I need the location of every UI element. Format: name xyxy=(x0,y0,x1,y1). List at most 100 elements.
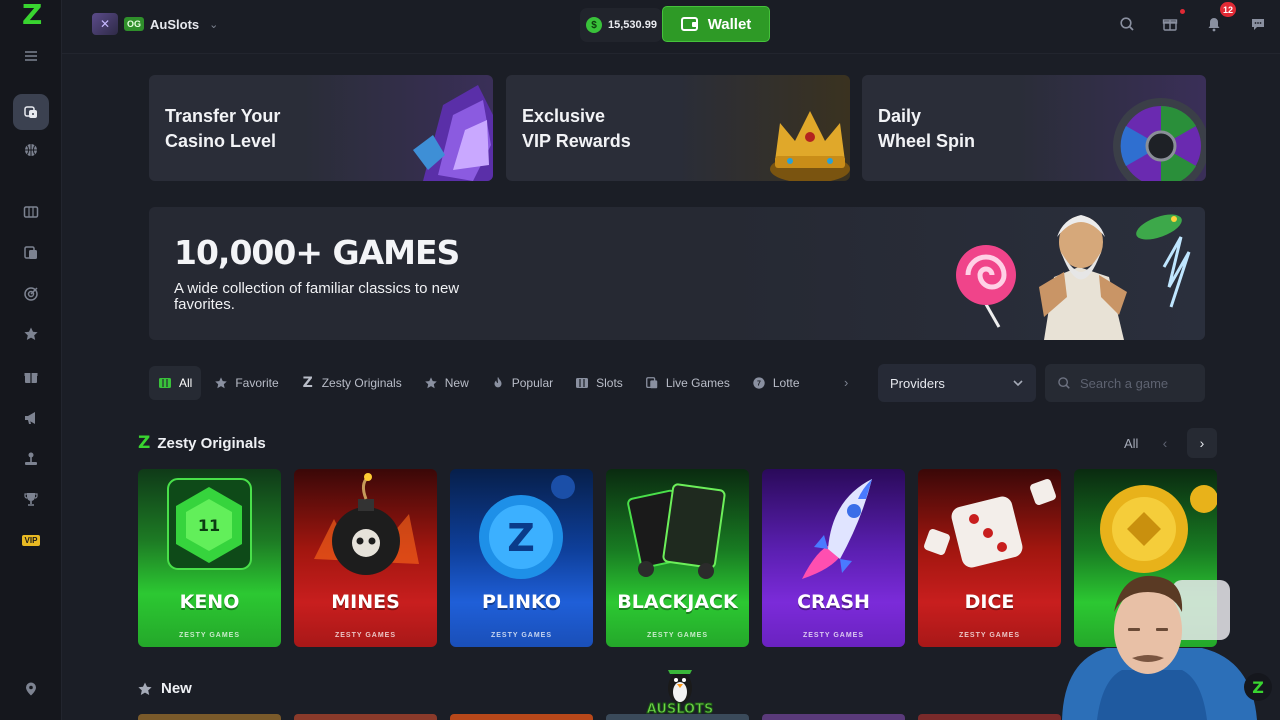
tab-label: New xyxy=(444,376,469,390)
tab-lottery[interactable]: 7 Lotte xyxy=(743,366,809,400)
keno-number: 11 xyxy=(198,516,220,535)
target-icon[interactable] xyxy=(19,283,43,305)
zeus-lollipop-art xyxy=(956,214,1191,340)
star-icon[interactable] xyxy=(19,323,43,345)
bomb-art xyxy=(314,473,419,575)
tab-zesty-originals[interactable]: Z Zesty Originals xyxy=(292,366,411,400)
tab-label: Slots xyxy=(596,376,623,390)
balance-display[interactable]: $ 15,530.99 xyxy=(580,8,662,42)
game-title: DICE xyxy=(964,591,1015,613)
wallet-button[interactable]: Wallet xyxy=(662,6,770,42)
new-game-card[interactable] xyxy=(138,714,281,720)
gem-art: 11 xyxy=(167,478,252,570)
joystick-icon[interactable] xyxy=(19,448,43,470)
gift-alert-dot xyxy=(1180,9,1185,14)
watermark-text: AUSLOTS xyxy=(646,702,714,718)
chevron-left-icon[interactable]: ‹ xyxy=(1155,432,1175,454)
balance-amount: 15,530.99 xyxy=(608,19,657,31)
game-title: BLACKJACK xyxy=(617,591,738,613)
top-bar: ✕ OG AuSlots ⌄ $ 15,530.99 Wallet 12 xyxy=(62,0,1280,54)
providers-dropdown[interactable]: Providers xyxy=(878,364,1036,402)
gold-crown-art xyxy=(770,111,850,181)
trophy-icon[interactable] xyxy=(19,488,43,510)
chevron-right-icon[interactable]: › xyxy=(1187,428,1217,458)
zesty-logo-icon: Z xyxy=(302,375,313,391)
tab-live-games[interactable]: Live Games xyxy=(636,366,739,400)
tab-new[interactable]: New xyxy=(415,366,478,400)
dollar-coin-icon: $ xyxy=(586,17,602,33)
search-input[interactable] xyxy=(1080,375,1195,391)
game-card-dice[interactable]: DICE ZESTY GAMES xyxy=(918,469,1061,647)
star-icon xyxy=(214,376,228,390)
dice-art xyxy=(924,479,1056,568)
svg-text:Z: Z xyxy=(1252,678,1264,697)
game-title: KENO xyxy=(179,591,240,613)
og-badge: OG xyxy=(124,17,145,31)
profile-switcher[interactable]: ✕ OG AuSlots ⌄ xyxy=(92,12,218,36)
game-card-blackjack[interactable]: BLACKJACK ZESTY GAMES xyxy=(606,469,749,647)
gift-icon[interactable] xyxy=(19,366,43,388)
game-studio: ZESTY GAMES xyxy=(334,632,397,639)
location-pin-icon[interactable] xyxy=(19,678,43,700)
bell-icon[interactable] xyxy=(1204,14,1224,34)
chevron-down-icon: ⌄ xyxy=(209,18,219,31)
lottery-ball-icon: 7 xyxy=(752,376,766,390)
game-title: CRASH xyxy=(797,591,870,613)
promo-title: Transfer Your Casino Level xyxy=(165,106,281,151)
game-title: MINES xyxy=(331,591,400,613)
megaphone-icon[interactable] xyxy=(19,407,43,429)
casino-dice-icon[interactable] xyxy=(13,94,49,130)
plinko-ball-art: Z xyxy=(479,475,575,579)
tab-favorite[interactable]: Favorite xyxy=(205,366,287,400)
game-studio: ZESTY GAMES xyxy=(802,632,865,639)
game-card-crash[interactable]: CRASH ZESTY GAMES xyxy=(762,469,905,647)
gift-icon[interactable] xyxy=(1160,14,1180,34)
view-all-link[interactable]: All xyxy=(1124,436,1138,451)
hero-banner[interactable]: 10,000+ GAMES A wide collection of famil… xyxy=(149,207,1205,340)
notification-count-badge: 12 xyxy=(1220,2,1237,17)
game-search[interactable] xyxy=(1045,364,1205,402)
new-game-card[interactable] xyxy=(762,714,905,720)
slots-icon[interactable] xyxy=(19,201,43,223)
zesty-logo-icon: Z xyxy=(138,433,151,453)
game-card-plinko[interactable]: Z PLINKO ZESTY GAMES xyxy=(450,469,593,647)
hero-subtitle: A wide collection of familiar classics t… xyxy=(174,280,460,313)
promo-title: Daily Wheel Spin xyxy=(878,106,976,151)
tab-popular[interactable]: Popular xyxy=(482,366,562,400)
svg-text:7: 7 xyxy=(757,381,761,388)
chevron-right-icon[interactable]: › xyxy=(844,375,848,390)
playing-cards-art xyxy=(627,483,726,579)
section-header-zesty-originals: Z Zesty Originals xyxy=(138,433,266,453)
tab-all[interactable]: All xyxy=(149,366,202,400)
auslots-watermark: AUSLOTS xyxy=(640,666,720,720)
search-icon[interactable] xyxy=(1117,14,1137,34)
new-game-card[interactable] xyxy=(450,714,593,720)
live-games-icon[interactable] xyxy=(19,242,43,264)
game-card-keno[interactable]: 11 KENO ZESTY GAMES xyxy=(138,469,281,647)
promo-vip-rewards[interactable]: Exclusive VIP Rewards xyxy=(506,75,850,181)
game-studio: ZESTY GAMES xyxy=(178,632,241,639)
promo-daily-wheel-spin[interactable]: Daily Wheel Spin xyxy=(862,75,1206,181)
wallet-icon xyxy=(680,17,698,31)
tab-label: Favorite xyxy=(235,376,279,390)
chat-icon[interactable] xyxy=(1248,14,1268,34)
menu-icon[interactable] xyxy=(19,45,43,67)
game-studio: ZESTY GAMES xyxy=(646,632,709,639)
promo-transfer-casino-level[interactable]: Transfer Your Casino Level xyxy=(149,75,493,181)
sports-ball-icon[interactable] xyxy=(19,139,43,161)
game-title: PLINKO xyxy=(481,591,562,613)
vip-icon[interactable]: VIP xyxy=(19,529,43,551)
category-filters: All Favorite Z Zesty Originals New Popula… xyxy=(149,366,813,400)
tab-label: Lotte xyxy=(772,376,800,390)
tab-slots[interactable]: Slots xyxy=(566,366,632,400)
sparkle-star-icon xyxy=(138,682,152,695)
new-game-card[interactable] xyxy=(294,714,437,720)
slots-icon xyxy=(158,376,172,390)
game-card-mines[interactable]: MINES ZESTY GAMES xyxy=(294,469,437,647)
site-logo[interactable]: Z xyxy=(22,1,46,29)
tab-label: Popular xyxy=(511,376,554,390)
tab-label: All xyxy=(179,376,193,390)
new-game-card[interactable] xyxy=(918,714,1061,720)
profile-avatar: ✕ xyxy=(92,13,118,35)
rocket-art xyxy=(802,479,872,579)
